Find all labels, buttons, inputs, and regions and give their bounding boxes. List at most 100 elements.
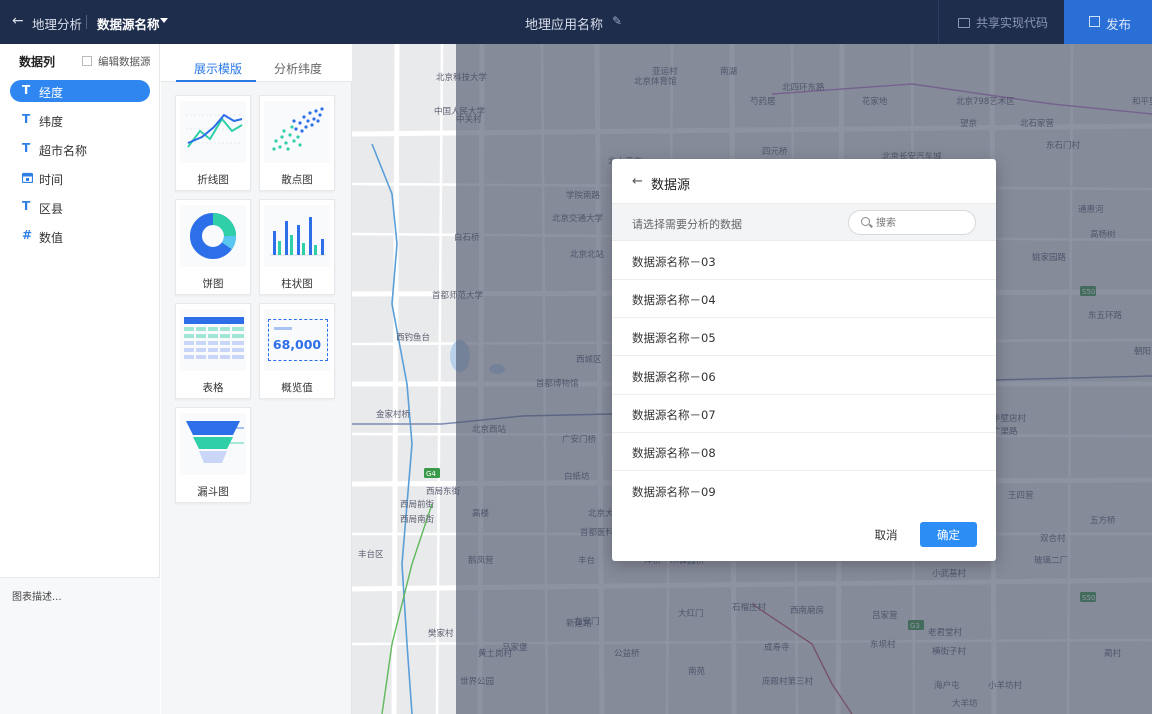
chart-description-placeholder: 图表描述...	[12, 592, 62, 603]
funnel-chart-icon	[180, 413, 246, 475]
header-divider-right	[938, 0, 939, 44]
scatter-chart-icon	[264, 101, 330, 163]
data-columns-title: 数据列	[19, 55, 56, 69]
text-type-icon: T	[22, 199, 31, 213]
kpi-value-icon: 68,000	[264, 309, 330, 371]
datasource-dialog: ← 数据源 请选择需要分析的数据 数据源名称－03 数据源名称－04 数据源名称…	[612, 159, 996, 561]
bar-chart-icon	[264, 205, 330, 267]
search-icon	[861, 217, 870, 226]
dialog-footer: 取消 确定	[612, 510, 996, 561]
map-place-label: 樊家村	[428, 628, 454, 639]
datasource-list-item[interactable]: 数据源名称－05	[612, 318, 996, 356]
dialog-search-input[interactable]	[876, 215, 966, 231]
cancel-button[interactable]: 取消	[868, 522, 904, 547]
template-scatter-chart[interactable]: 散点图	[259, 95, 335, 191]
text-type-icon: T	[22, 141, 31, 155]
data-columns-panel: 数据列 编辑数据源 T 经度 T 纬度 T 超市名称 时间 T 区县 # 数值 …	[0, 44, 160, 714]
data-columns-header: 数据列 编辑数据源	[0, 44, 160, 76]
confirm-button[interactable]: 确定	[920, 522, 977, 547]
text-type-icon: T	[22, 83, 31, 97]
dialog-hint: 请选择需要分析的数据	[632, 218, 742, 231]
code-icon	[958, 18, 970, 28]
publish-icon	[1089, 16, 1100, 27]
template-label: 柱状图	[281, 278, 313, 290]
publish-label: 发布	[1106, 17, 1132, 32]
edit-datasource-button[interactable]: 编辑数据源	[82, 54, 151, 69]
datasource-item-label: 数据源名称－03	[632, 255, 716, 269]
field-district[interactable]: T 区县	[10, 196, 150, 218]
datasource-item-label: 数据源名称－09	[632, 485, 716, 499]
edit-title-icon[interactable]: ✎	[612, 14, 622, 28]
template-label: 概览值	[281, 382, 313, 394]
templates-panel: 展示模版 分析纬度 折线图 散点图 饼图 柱状图 表格 68,000 概览值 漏…	[161, 44, 352, 714]
template-label: 折线图	[197, 174, 229, 186]
template-label: 散点图	[281, 174, 313, 186]
field-label: 经度	[39, 86, 64, 100]
datasource-list-item[interactable]: 数据源名称－03	[612, 242, 996, 280]
template-label: 漏斗图	[197, 486, 229, 498]
dialog-title: 数据源	[651, 178, 691, 193]
datasource-list-item[interactable]: 数据源名称－04	[612, 280, 996, 318]
pie-chart-icon	[180, 205, 246, 267]
datasource-list-item[interactable]: 数据源名称－09	[612, 472, 996, 510]
number-type-icon: #	[22, 228, 33, 242]
datasource-list-item[interactable]: 数据源名称－06	[612, 357, 996, 395]
template-kpi-value[interactable]: 68,000 概览值	[259, 303, 335, 399]
template-line-chart[interactable]: 折线图	[175, 95, 251, 191]
template-pie-chart[interactable]: 饼图	[175, 199, 251, 295]
template-label: 表格	[202, 382, 224, 394]
template-funnel-chart[interactable]: 漏斗图	[175, 407, 251, 503]
kpi-preview-value: 68,000	[272, 337, 322, 352]
line-chart-icon	[180, 101, 246, 163]
dialog-search-box[interactable]	[848, 210, 976, 235]
tab-analysis-dimensions[interactable]: 分析纬度	[274, 60, 322, 77]
chart-description-area[interactable]: 图表描述...	[0, 577, 160, 714]
map-place-label: 丰台区	[358, 549, 384, 560]
field-label: 超市名称	[39, 144, 88, 158]
template-table[interactable]: 表格	[175, 303, 251, 399]
template-bar-chart[interactable]: 柱状图	[259, 199, 335, 295]
datasource-item-label: 数据源名称－07	[632, 408, 716, 422]
field-value[interactable]: # 数值	[10, 225, 150, 247]
datasource-item-label: 数据源名称－04	[632, 293, 716, 307]
datasource-item-label: 数据源名称－08	[632, 446, 716, 460]
app-title[interactable]: 地理分析	[32, 14, 82, 33]
datasource-item-label: 数据源名称－05	[632, 331, 716, 345]
text-type-icon: T	[22, 112, 31, 126]
calendar-icon	[21, 170, 34, 186]
map-place-label: 西局前街	[400, 499, 435, 510]
template-label: 饼图	[202, 278, 224, 290]
field-longitude[interactable]: T 经度	[10, 80, 150, 102]
highway-badge: G4	[424, 468, 440, 478]
back-arrow-icon[interactable]: ←	[12, 13, 24, 29]
field-label: 数值	[39, 231, 64, 245]
datasource-list-item[interactable]: 数据源名称－07	[612, 395, 996, 433]
dialog-back-icon[interactable]: ←	[632, 174, 643, 189]
active-tab-indicator	[176, 80, 256, 82]
tab-display-templates[interactable]: 展示模版	[194, 60, 242, 77]
share-label: 共享实现代码	[976, 16, 1049, 30]
top-bar: ← 地理分析 数据源名称 地理应用名称 ✎ 共享实现代码 发布	[0, 0, 1152, 44]
field-store-name[interactable]: T 超市名称	[10, 138, 150, 160]
datasource-name[interactable]: 数据源名称	[97, 14, 160, 33]
field-label: 区县	[39, 202, 64, 216]
field-label: 纬度	[39, 115, 64, 129]
publish-button[interactable]: 发布	[1064, 0, 1152, 44]
field-label: 时间	[39, 173, 64, 187]
edit-datasource-label: 编辑数据源	[98, 56, 151, 68]
datasource-item-label: 数据源名称－06	[632, 370, 716, 384]
map-place-label: 金家村桥	[376, 409, 411, 420]
edit-icon	[82, 56, 92, 66]
table-icon	[180, 309, 246, 371]
header-divider	[86, 15, 87, 29]
map-place-label: 西局南街	[400, 514, 435, 525]
field-time[interactable]: 时间	[10, 167, 150, 189]
chevron-down-icon[interactable]	[160, 18, 168, 23]
dialog-toolbar: 请选择需要分析的数据	[612, 203, 996, 241]
map-place-label: 西钓鱼台	[396, 332, 430, 343]
svg-text:G4: G4	[426, 470, 436, 478]
page-title: 地理应用名称	[525, 18, 604, 33]
share-code-button[interactable]: 共享实现代码	[958, 14, 1048, 31]
field-latitude[interactable]: T 纬度	[10, 109, 150, 131]
datasource-list-item[interactable]: 数据源名称－08	[612, 433, 996, 471]
